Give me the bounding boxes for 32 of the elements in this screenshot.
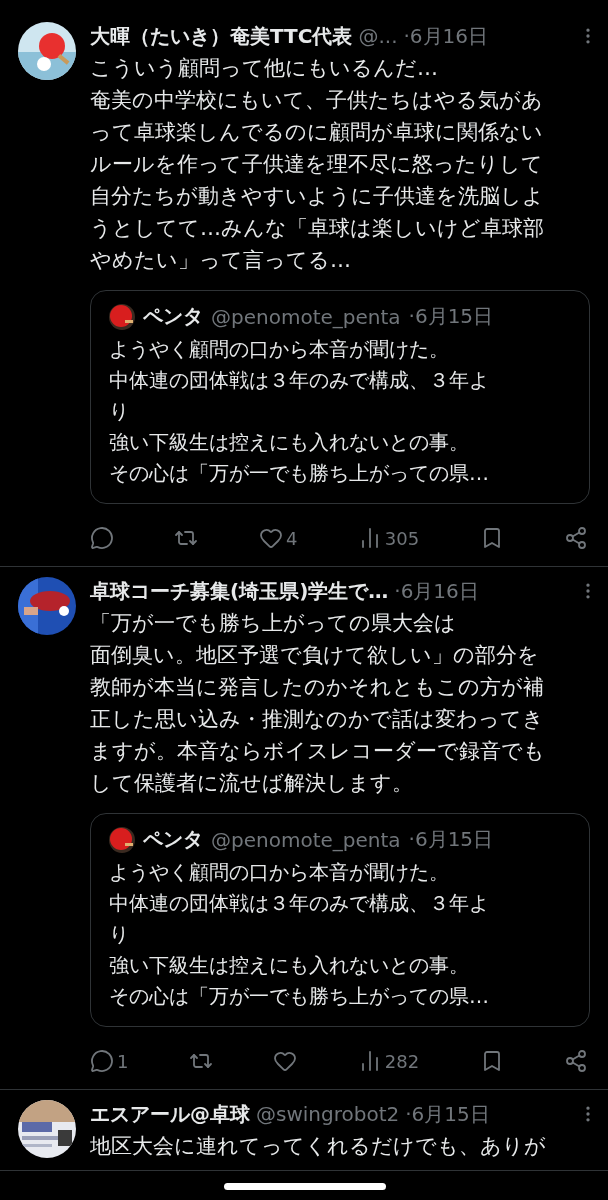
post-date: ·6月15日 (408, 303, 494, 330)
post-date: ·6月15日 (405, 1100, 490, 1128)
reply-icon[interactable] (90, 1049, 114, 1073)
author-name[interactable]: ペンタ (143, 826, 203, 853)
reply-icon[interactable] (90, 526, 114, 550)
quoted-text: ようやく顧問の口から本音が聞けた。 中体連の団体戦は３年のみで構成、３年よ り 強い下級生は控えにも入れないとの事。 その心は「万が一でも勝ち上がっての県… (109, 859, 490, 1010)
share-icon[interactable] (564, 1049, 588, 1073)
author-handle[interactable]: @... (358, 24, 398, 48)
post-text: 「万が一でも勝ち上がっての県大会は 面倒臭い。地区予選で負けて欲しい」の部分を 教師が本当に発言したのかそれともこの方が補 正した思い込み・推測なのかで話は変わってき ますが。本音ならボイスレコーダーで録音でも して保護者に流せば解決します。 (90, 610, 546, 797)
heart-icon[interactable] (273, 1049, 298, 1073)
author-name[interactable]: ペンタ (143, 303, 203, 330)
author-name[interactable]: 卓球コーチ募集(埼玉県)学生で… (90, 577, 389, 605)
post-text: 地区大会に連れてってくれるだけでも、ありが (90, 1133, 547, 1160)
author-name[interactable]: 大暉（たいき）奄美TTC代表 (90, 22, 353, 50)
action-count: 282 (384, 1050, 420, 1072)
action-count: 1 (117, 1050, 129, 1072)
post-date: ·6月16日 (403, 22, 489, 50)
quoted-text: ようやく顧問の口から本音が聞けた。 中体連の団体戦は３年のみで構成、３年よ り 強い下級生は控えにも入れないとの事。 その心は「万が一でも勝ち上がっての県… (109, 336, 490, 487)
author-handle[interactable]: @penomote_penta (211, 304, 401, 329)
post-text: こういう顧問って他にもいるんだ… 奄美の中学校にもいて、子供たちはやる気があ って卓球楽しんでるのに顧問が卓球に関係ない ルールを作って子供達を理不尽に怒ったりして 自分たちが動きやすいように子供達を洗脳しよ うとしてて…みんな「卓球は楽しいけど卓球部 やめたい」って言ってる… (90, 55, 545, 274)
heart-icon[interactable] (258, 526, 283, 550)
action-count: 305 (384, 527, 420, 549)
author-name[interactable]: エスアール@卓球 (90, 1100, 250, 1128)
tweet-card[interactable]: エスアール@卓球 @swingrobot2 ·6月15日 地区大会に連れてってくれるだけでも、ありが (0, 1090, 608, 1171)
quoted-post[interactable]: ペンタ @penomote_penta ·6月15日 ようやく顧問の口から本音が聞けた。 中体連の団体戦は３年のみで構成、３年よ り 強い下級生は控えにも入れないとの事。 その心は「万が一でも勝ち上がっての県… (90, 813, 590, 1027)
author-handle[interactable]: @penomote_penta (211, 827, 401, 852)
share-icon[interactable] (564, 526, 588, 550)
action-count: 4 (285, 527, 298, 549)
post-date: ·6月16日 (394, 577, 479, 605)
quoted-post[interactable]: ペンタ @penomote_penta ·6月15日 ようやく顧問の口から本音が聞けた。 中体連の団体戦は３年のみで構成、３年よ り 強い下級生は控えにも入れないとの事。 その心は「万が一でも勝ち上がっての県… (90, 290, 590, 504)
post-date: ·6月15日 (408, 826, 494, 853)
author-handle[interactable]: @swingrobot2 (256, 1102, 400, 1126)
